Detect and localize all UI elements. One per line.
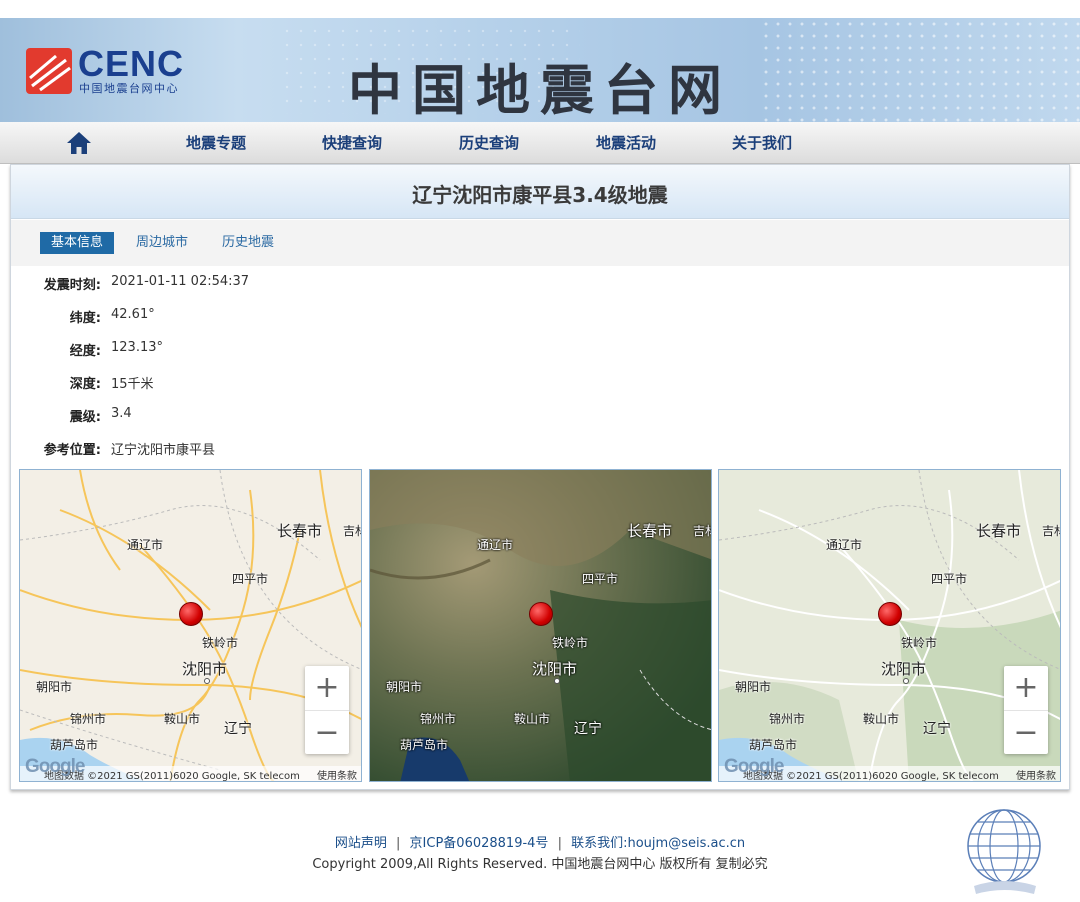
map-road[interactable]: 长春市 吉林 通辽市 四平市 铁岭市 沈阳市 朝阳市 锦州市 鞍山市 辽宁 葫芦… [19,469,362,782]
city-marker-shenyang [554,678,560,684]
footer-separator: | [396,836,401,851]
detail-label: 深度: [69,377,101,392]
city-label-huludao: 葫芦岛市 [50,738,99,752]
city-label-tieling: 铁岭市 [202,636,239,650]
city-label-jinzhou: 锦州市 [769,712,806,726]
city-label-chaoyang: 朝阳市 [386,680,423,694]
city-label-changchun: 长春市 [627,522,673,540]
event-title: 辽宁沈阳市康平县3.4级地震 [412,183,668,207]
globe-logo-icon [967,809,1041,894]
detail-label: 参考位置: [43,443,101,458]
google-logo[interactable]: Google [724,756,784,778]
city-label-shenyang: 沈阳市 [182,660,228,678]
logo-subtitle: 中国地震台网中心 [79,82,179,95]
nav-item-about-us[interactable]: 关于我们 [732,132,792,153]
city-marker-shenyang [204,678,210,684]
home-icon[interactable] [66,130,92,156]
zoom-out-button[interactable]: − [1004,710,1048,754]
city-label-changchun: 长春市 [976,522,1022,540]
city-label-tongliao: 通辽市 [826,538,863,552]
nav-item-earthquake-topics[interactable]: 地震专题 [186,132,246,153]
footer-links: 网站声明 | 京ICP备06028819-4号 | 联系我们:houjm@sei… [0,832,1080,851]
city-label-huludao: 葫芦岛市 [749,738,798,752]
header-pattern-right [760,18,1080,122]
city-label-tongliao: 通辽市 [127,538,164,552]
footer-link-icp[interactable]: 京ICP备06028819-4号 [410,836,549,851]
tab-basic-info[interactable]: 基本信息 [40,232,115,254]
detail-value: 123.13° [111,340,163,355]
zoom-in-button[interactable]: + [305,666,349,710]
city-label-anshan: 鞍山市 [863,712,900,726]
event-panel: 辽宁沈阳市康平县3.4级地震 基本信息 周边城市 历史地震 发震时刻: 2021… [10,164,1070,790]
city-label-shenyang: 沈阳市 [532,660,578,678]
detail-label: 震级: [69,410,101,425]
terms-link[interactable]: 使用条款 [1016,767,1056,781]
nav-item-history-query[interactable]: 历史查询 [459,132,519,153]
google-logo[interactable]: Google [25,756,85,778]
city-label-jinzhou: 锦州市 [70,712,107,726]
tab-historical-earthquakes[interactable]: 历史地震 [222,232,274,254]
province-label-liaoning: 辽宁 [923,721,951,737]
detail-row-magnitude: 震级: 3.4 [11,406,511,426]
map-zoom-control: + − [305,666,349,754]
footer-separator: | [557,836,562,851]
earthquake-epicenter-marker[interactable] [529,602,553,626]
detail-row-depth: 深度: 15千米 [11,373,511,393]
zoom-out-button[interactable]: − [305,710,349,754]
map-satellite[interactable]: 长春市 吉林 通辽市 四平市 铁岭市 沈阳市 朝阳市 锦州市 鞍山市 辽宁 葫芦… [369,469,712,782]
city-label-tongliao: 通辽市 [477,538,514,552]
city-label-tieling: 铁岭市 [552,636,589,650]
tab-bar: 基本信息 周边城市 历史地震 [11,220,1069,266]
city-label-anshan: 鞍山市 [514,712,551,726]
footer-link-statement[interactable]: 网站声明 [335,836,387,851]
city-label-siping: 四平市 [232,572,269,586]
footer-link-contact[interactable]: 联系我们:houjm@seis.ac.cn [571,836,745,851]
cenc-logo-mark-icon[interactable] [26,48,72,94]
detail-row-latitude: 纬度: 42.61° [11,307,511,327]
event-title-bar: 辽宁沈阳市康平县3.4级地震 [11,165,1069,219]
city-label-jilin: 吉林 [343,524,361,538]
detail-value: 42.61° [111,307,155,322]
city-label-huludao: 葫芦岛市 [400,738,449,752]
city-label-siping: 四平市 [931,572,968,586]
map-zoom-control: + − [1004,666,1048,754]
map-terrain[interactable]: 长春市 吉林 通辽市 四平市 铁岭市 沈阳市 朝阳市 锦州市 鞍山市 辽宁 葫芦… [718,469,1061,782]
detail-row-longitude: 经度: 123.13° [11,340,511,360]
detail-label: 纬度: [69,311,101,326]
detail-value: 2021-01-11 02:54:37 [111,274,250,289]
site-title: 中国地震台网 [348,58,732,122]
earthquake-epicenter-marker[interactable] [179,602,203,626]
city-label-shenyang: 沈阳市 [881,660,927,678]
city-label-jinzhou: 锦州市 [420,712,457,726]
city-marker-shenyang [903,678,909,684]
detail-row-time: 发震时刻: 2021-01-11 02:54:37 [11,274,511,294]
zoom-in-button[interactable]: + [1004,666,1048,710]
city-label-jilin: 吉林 [693,524,711,538]
nav-item-seismic-activity[interactable]: 地震活动 [596,132,656,153]
city-label-anshan: 鞍山市 [164,712,201,726]
city-label-chaoyang: 朝阳市 [36,680,73,694]
city-label-jilin: 吉林 [1042,524,1060,538]
earthquake-epicenter-marker[interactable] [878,602,902,626]
site-header: CENC 中国地震台网中心 中国地震台网 [0,18,1080,122]
main-nav: 地震专题 快捷查询 历史查询 地震活动 关于我们 [0,122,1080,164]
city-label-siping: 四平市 [582,572,619,586]
detail-value: 3.4 [111,406,132,421]
city-label-changchun: 长春市 [277,522,323,540]
province-label-liaoning: 辽宁 [574,721,602,737]
detail-value: 15千米 [111,377,154,392]
province-label-liaoning: 辽宁 [224,721,252,737]
nav-item-quick-query[interactable]: 快捷查询 [322,132,382,153]
tab-nearby-cities[interactable]: 周边城市 [136,232,188,254]
detail-row-location: 参考位置: 辽宁沈阳市康平县 [11,439,511,459]
detail-value: 辽宁沈阳市康平县 [111,443,216,458]
logo-text[interactable]: CENC [78,43,184,85]
terms-link[interactable]: 使用条款 [317,767,357,781]
detail-label: 经度: [69,344,101,359]
city-label-tieling: 铁岭市 [901,636,938,650]
detail-label: 发震时刻: [43,278,101,293]
city-label-chaoyang: 朝阳市 [735,680,772,694]
footer-copyright: Copyright 2009,All Rights Reserved. 中国地震… [312,857,768,872]
